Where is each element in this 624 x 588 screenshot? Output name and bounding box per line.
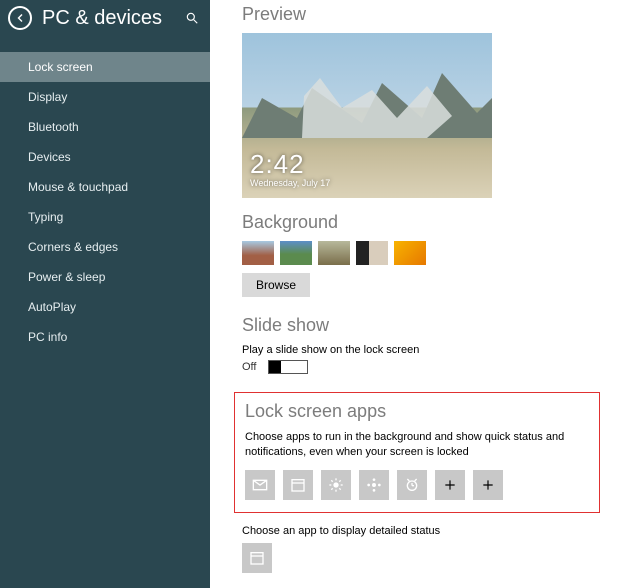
- background-heading: Background: [242, 212, 606, 233]
- nav-item-bluetooth[interactable]: Bluetooth: [0, 112, 210, 142]
- browse-button[interactable]: Browse: [242, 273, 310, 297]
- back-button[interactable]: [8, 6, 32, 30]
- nav-item-autoplay[interactable]: AutoPlay: [0, 292, 210, 322]
- plus-icon: [443, 478, 457, 492]
- plus-icon: [481, 478, 495, 492]
- sidebar: PC & devices Lock screen Display Bluetoo…: [0, 0, 210, 588]
- background-thumbnails: [242, 241, 606, 265]
- alarm-icon: [404, 477, 420, 493]
- page-title: PC & devices: [42, 7, 182, 30]
- slideshow-toggle-state: Off: [242, 361, 256, 373]
- search-button[interactable]: [182, 8, 202, 28]
- apps-description: Choose apps to run in the background and…: [245, 430, 589, 460]
- nav-list: Lock screen Display Bluetooth Devices Mo…: [0, 52, 210, 352]
- nav-item-display[interactable]: Display: [0, 82, 210, 112]
- slideshow-heading: Slide show: [242, 315, 606, 336]
- nav-item-lock-screen[interactable]: Lock screen: [0, 52, 210, 82]
- mountains-art: [242, 68, 492, 138]
- nav-item-power-sleep[interactable]: Power & sleep: [0, 262, 210, 292]
- app-tile-calendar[interactable]: [283, 470, 313, 500]
- clock-time: 2:42: [250, 149, 330, 180]
- background-thumb-1[interactable]: [242, 241, 274, 265]
- arrow-left-icon: [14, 12, 26, 24]
- lockscreen-preview: 2:42 Wednesday, July 17: [242, 33, 492, 198]
- app-tile-add-1[interactable]: [435, 470, 465, 500]
- background-thumb-5[interactable]: [394, 241, 426, 265]
- nav-item-typing[interactable]: Typing: [0, 202, 210, 232]
- slideshow-description: Play a slide show on the lock screen: [242, 344, 606, 356]
- preview-heading: Preview: [242, 4, 606, 25]
- network-icon: [366, 477, 382, 493]
- detailed-status-apps: [242, 543, 606, 573]
- slideshow-toggle[interactable]: [268, 360, 308, 374]
- app-tile-add-2[interactable]: [473, 470, 503, 500]
- nav-item-devices[interactable]: Devices: [0, 142, 210, 172]
- app-tile-network[interactable]: [359, 470, 389, 500]
- background-thumb-4[interactable]: [356, 241, 388, 265]
- apps-heading: Lock screen apps: [245, 401, 589, 422]
- detailed-status-description: Choose an app to display detailed status: [242, 525, 606, 537]
- calendar-icon: [290, 477, 306, 493]
- sidebar-header: PC & devices: [0, 0, 210, 40]
- calendar-icon: [249, 550, 265, 566]
- slideshow-toggle-row: Off: [242, 360, 606, 374]
- clock: 2:42 Wednesday, July 17: [250, 149, 330, 188]
- lockscreen-apps-highlight: Lock screen apps Choose apps to run in t…: [234, 392, 600, 513]
- app-tile-weather[interactable]: [321, 470, 351, 500]
- weather-icon: [328, 477, 344, 493]
- app-tile-alarm[interactable]: [397, 470, 427, 500]
- nav-item-mouse-touchpad[interactable]: Mouse & touchpad: [0, 172, 210, 202]
- nav-item-pc-info[interactable]: PC info: [0, 322, 210, 352]
- detailed-status-tile[interactable]: [242, 543, 272, 573]
- search-icon: [185, 11, 199, 25]
- background-thumb-3[interactable]: [318, 241, 350, 265]
- background-thumb-2[interactable]: [280, 241, 312, 265]
- main-content: Preview 2:42 Wednesday, July 17 Backgrou…: [210, 0, 624, 588]
- quick-status-apps: [245, 470, 589, 500]
- app-tile-mail[interactable]: [245, 470, 275, 500]
- toggle-knob: [269, 361, 281, 373]
- mail-icon: [252, 477, 268, 493]
- nav-item-corners-edges[interactable]: Corners & edges: [0, 232, 210, 262]
- clock-date: Wednesday, July 17: [250, 178, 330, 188]
